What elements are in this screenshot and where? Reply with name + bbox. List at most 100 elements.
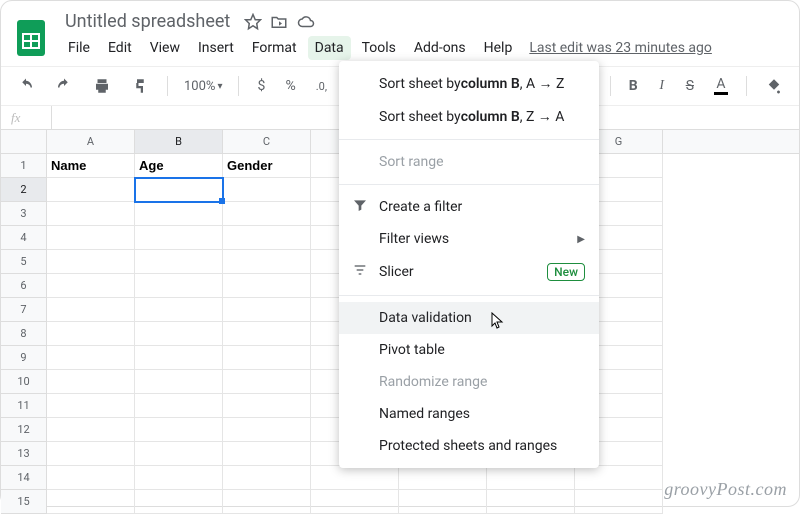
- cell[interactable]: [223, 418, 311, 442]
- menu-insert[interactable]: Insert: [191, 36, 241, 60]
- cell[interactable]: [223, 346, 311, 370]
- cell[interactable]: [135, 394, 223, 418]
- cell[interactable]: [47, 250, 135, 274]
- menu-file[interactable]: File: [61, 36, 97, 60]
- row-header[interactable]: 9: [1, 346, 47, 370]
- cell[interactable]: [575, 466, 663, 490]
- cell[interactable]: [223, 298, 311, 322]
- cloud-icon[interactable]: [296, 13, 316, 31]
- cell[interactable]: [135, 178, 223, 202]
- menu-format[interactable]: Format: [245, 36, 304, 60]
- strikethrough-button[interactable]: S: [680, 74, 700, 98]
- menu-view[interactable]: View: [143, 36, 187, 60]
- menu-protected-sheets[interactable]: Protected sheets and ranges: [339, 430, 599, 462]
- cell[interactable]: [47, 418, 135, 442]
- cell[interactable]: [487, 490, 575, 514]
- row-header[interactable]: 11: [1, 394, 47, 418]
- cell[interactable]: Name: [47, 154, 135, 178]
- cell[interactable]: [223, 178, 311, 202]
- format-currency-button[interactable]: $: [251, 74, 271, 98]
- row-header[interactable]: 10: [1, 370, 47, 394]
- row-header[interactable]: 15: [1, 490, 47, 514]
- cell[interactable]: [223, 226, 311, 250]
- cell[interactable]: [47, 370, 135, 394]
- row-header[interactable]: 6: [1, 274, 47, 298]
- row-header[interactable]: 4: [1, 226, 47, 250]
- cell[interactable]: [47, 274, 135, 298]
- menu-data[interactable]: Data: [308, 36, 351, 60]
- cell[interactable]: [47, 490, 135, 514]
- cell[interactable]: [223, 322, 311, 346]
- print-button[interactable]: [87, 73, 117, 99]
- cell[interactable]: [47, 178, 135, 202]
- menu-help[interactable]: Help: [477, 36, 520, 60]
- column-header[interactable]: C: [223, 130, 311, 153]
- cell[interactable]: [487, 466, 575, 490]
- zoom-select[interactable]: 100% ▾: [180, 79, 226, 94]
- redo-button[interactable]: [49, 73, 79, 99]
- menu-filter-views[interactable]: Filter views ▶: [339, 223, 599, 255]
- cell[interactable]: [135, 322, 223, 346]
- cell[interactable]: [223, 250, 311, 274]
- fill-color-button[interactable]: [759, 73, 789, 99]
- row-header[interactable]: 1: [1, 154, 47, 178]
- cell[interactable]: [47, 298, 135, 322]
- row-header[interactable]: 3: [1, 202, 47, 226]
- cell[interactable]: [135, 490, 223, 514]
- cell[interactable]: Age: [135, 154, 223, 178]
- text-color-button[interactable]: A: [708, 73, 734, 99]
- cell[interactable]: [135, 346, 223, 370]
- cell[interactable]: [47, 322, 135, 346]
- paint-format-button[interactable]: [125, 73, 155, 99]
- cell[interactable]: [47, 442, 135, 466]
- cell[interactable]: [47, 202, 135, 226]
- decrease-decimal-button[interactable]: .0,: [310, 76, 333, 97]
- cell[interactable]: [135, 202, 223, 226]
- row-header[interactable]: 7: [1, 298, 47, 322]
- cell[interactable]: [223, 202, 311, 226]
- cell[interactable]: [135, 418, 223, 442]
- row-header[interactable]: 5: [1, 250, 47, 274]
- row-header[interactable]: 14: [1, 466, 47, 490]
- cell[interactable]: [311, 490, 399, 514]
- menu-pivot-table[interactable]: Pivot table: [339, 334, 599, 366]
- cell[interactable]: [47, 466, 135, 490]
- italic-button[interactable]: I: [652, 74, 672, 98]
- cell[interactable]: [47, 394, 135, 418]
- cell[interactable]: [135, 370, 223, 394]
- menu-edit[interactable]: Edit: [101, 36, 139, 60]
- cell[interactable]: [223, 490, 311, 514]
- cell[interactable]: [223, 274, 311, 298]
- cell[interactable]: [399, 490, 487, 514]
- cell[interactable]: [311, 466, 399, 490]
- cell[interactable]: [135, 226, 223, 250]
- column-header[interactable]: B: [135, 130, 223, 153]
- menu-data-validation[interactable]: Data validation: [339, 302, 599, 334]
- cell[interactable]: [135, 274, 223, 298]
- last-edit-link[interactable]: Last edit was 23 minutes ago: [529, 40, 712, 56]
- row-header[interactable]: 2: [1, 178, 47, 202]
- menu-create-filter[interactable]: Create a filter: [339, 191, 599, 223]
- cell[interactable]: [575, 490, 663, 514]
- select-all-corner[interactable]: [1, 130, 47, 153]
- format-percent-button[interactable]: %: [279, 74, 301, 98]
- cell[interactable]: [135, 442, 223, 466]
- cell[interactable]: [135, 466, 223, 490]
- star-icon[interactable]: [244, 13, 262, 31]
- menu-slicer[interactable]: Slicer New: [339, 255, 599, 289]
- cell[interactable]: [223, 394, 311, 418]
- undo-button[interactable]: [11, 73, 41, 99]
- sheets-logo[interactable]: [11, 18, 51, 58]
- cell[interactable]: [135, 250, 223, 274]
- cell[interactable]: [399, 466, 487, 490]
- menu-addons[interactable]: Add-ons: [407, 36, 473, 60]
- cell[interactable]: Gender: [223, 154, 311, 178]
- row-header[interactable]: 8: [1, 322, 47, 346]
- menu-sort-sheet-az[interactable]: Sort sheet by column B, A → Z: [339, 67, 599, 100]
- document-title[interactable]: Untitled spreadsheet: [61, 9, 234, 34]
- cell[interactable]: [223, 466, 311, 490]
- cell[interactable]: [223, 370, 311, 394]
- cell[interactable]: [47, 346, 135, 370]
- cell[interactable]: [135, 298, 223, 322]
- menu-named-ranges[interactable]: Named ranges: [339, 398, 599, 430]
